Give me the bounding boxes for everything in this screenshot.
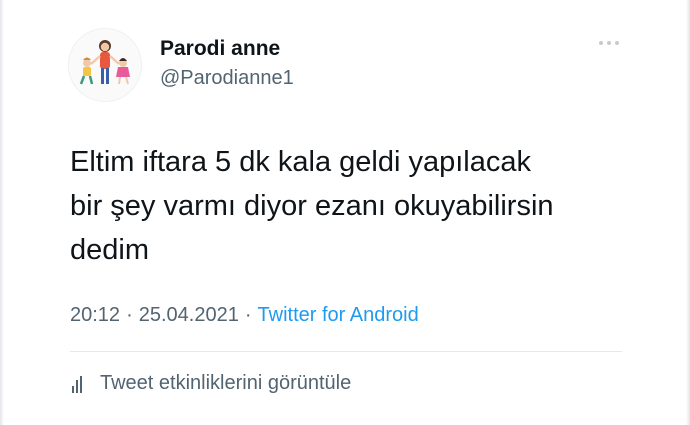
view-tweet-activity-button[interactable]: Tweet etkinliklerini görüntüle [72, 372, 351, 395]
display-name[interactable]: Parodi anne [160, 37, 280, 61]
avatar[interactable] [68, 28, 142, 102]
meta-separator: · [244, 304, 252, 326]
more-options-button[interactable] [594, 33, 624, 53]
tweet-card: Parodi anne @Parodianne1 Eltim iftara 5 … [0, 0, 690, 425]
user-handle[interactable]: @Parodianne1 [160, 67, 294, 90]
tweet-text-line: bir şey varmı diyor ezanı okuyabilirsin [70, 190, 554, 222]
more-horizontal-icon [607, 41, 611, 45]
tweet-time[interactable]: 20:12 [70, 304, 120, 326]
tweet-text-line: dedim [70, 234, 149, 266]
divider [70, 351, 622, 352]
more-horizontal-icon [599, 41, 603, 45]
activity-label: Tweet etkinliklerini görüntüle [100, 372, 352, 394]
tweet-date[interactable]: 25.04.2021 [139, 304, 239, 326]
avatar-illustration [79, 40, 130, 85]
tweet-text: Eltim iftara 5 dk kala geldi yapılacak b… [70, 140, 650, 272]
more-horizontal-icon [615, 41, 619, 45]
card-border-right [686, 0, 690, 425]
bar-chart-icon [72, 375, 90, 393]
tweet-source-link[interactable]: Twitter for Android [258, 304, 419, 326]
tweet-text-line: Eltim iftara 5 dk kala geldi yapılacak [70, 146, 531, 178]
card-border-left [0, 0, 4, 425]
tweet-metadata: 20:12 · 25.04.2021 · Twitter for Android [70, 304, 419, 327]
meta-separator: · [126, 304, 133, 326]
